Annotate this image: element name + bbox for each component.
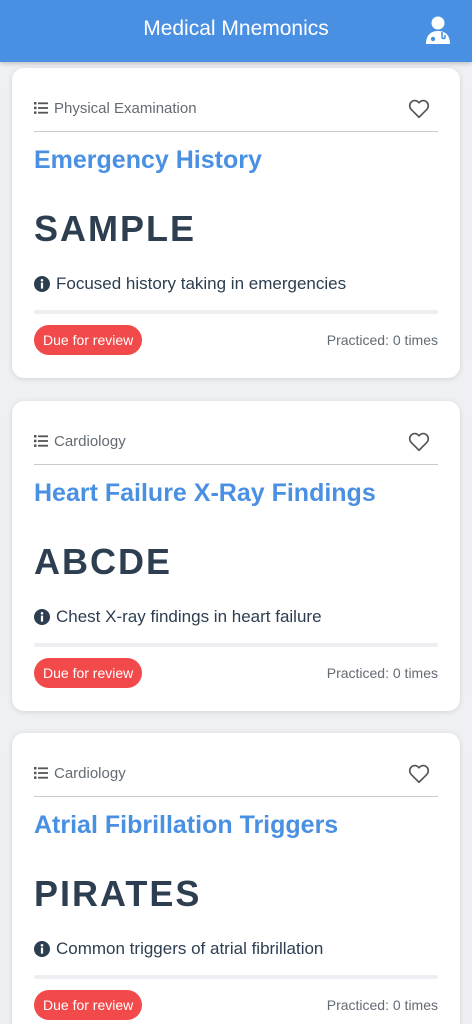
progress-bar: [34, 643, 438, 647]
mnemonic-text: PIRATES: [34, 873, 202, 914]
divider: [34, 131, 438, 132]
review-status-badge: Due for review: [34, 990, 143, 1020]
list-icon: [34, 102, 48, 114]
mnemonic-title: Emergency History: [34, 146, 262, 174]
divider: [34, 464, 438, 465]
list-icon: [34, 435, 48, 447]
mnemonic-title: Heart Failure X-Ray Findings: [34, 479, 376, 507]
progress-bar: [34, 310, 438, 314]
list-icon: [34, 767, 48, 779]
progress-bar: [34, 975, 438, 979]
mnemonic-card[interactable]: Cardiology Heart Failure X-Ray Findings …: [12, 401, 460, 711]
description-text: Chest X-ray findings in heart failure: [56, 607, 322, 626]
category-label: Physical Examination: [54, 99, 197, 117]
description-row: Focused history taking in emergencies: [34, 274, 346, 294]
mnemonic-text: ABCDE: [34, 541, 173, 582]
mnemonic-feed[interactable]: Physical Examination Emergency History S…: [0, 62, 472, 1024]
info-icon: [34, 276, 50, 292]
description-text: Common triggers of atrial fibrillation: [56, 939, 324, 958]
info-icon: [34, 609, 50, 625]
practice-count: Practiced: 0 times: [326, 997, 438, 1013]
heart-icon[interactable]: [408, 431, 430, 453]
description-row: Chest X-ray findings in heart failure: [34, 607, 322, 627]
heart-icon[interactable]: [408, 763, 430, 785]
review-status-badge: Due for review: [34, 658, 143, 688]
category-row: Cardiology: [34, 431, 126, 451]
mnemonic-card[interactable]: Physical Examination Emergency History S…: [12, 68, 460, 378]
category-row: Cardiology: [34, 763, 126, 783]
heart-icon[interactable]: [408, 98, 430, 120]
app-bar: Medical Mnemonics: [0, 0, 472, 62]
category-label: Cardiology: [54, 764, 126, 782]
app-title: Medical Mnemonics: [143, 17, 329, 40]
practice-count: Practiced: 0 times: [326, 665, 438, 681]
divider: [34, 796, 438, 797]
info-icon: [34, 941, 50, 957]
review-status-badge: Due for review: [34, 325, 143, 355]
mnemonic-title: Atrial Fibrillation Triggers: [34, 811, 339, 839]
mnemonic-text: SAMPLE: [34, 208, 197, 249]
category-row: Physical Examination: [34, 98, 197, 118]
category-label: Cardiology: [54, 432, 126, 450]
mnemonic-card[interactable]: Cardiology Atrial Fibrillation Triggers …: [12, 733, 460, 1024]
doctor-icon[interactable]: [424, 15, 452, 45]
practice-count: Practiced: 0 times: [326, 332, 438, 348]
description-text: Focused history taking in emergencies: [56, 274, 347, 293]
description-row: Common triggers of atrial fibrillation: [34, 939, 323, 959]
